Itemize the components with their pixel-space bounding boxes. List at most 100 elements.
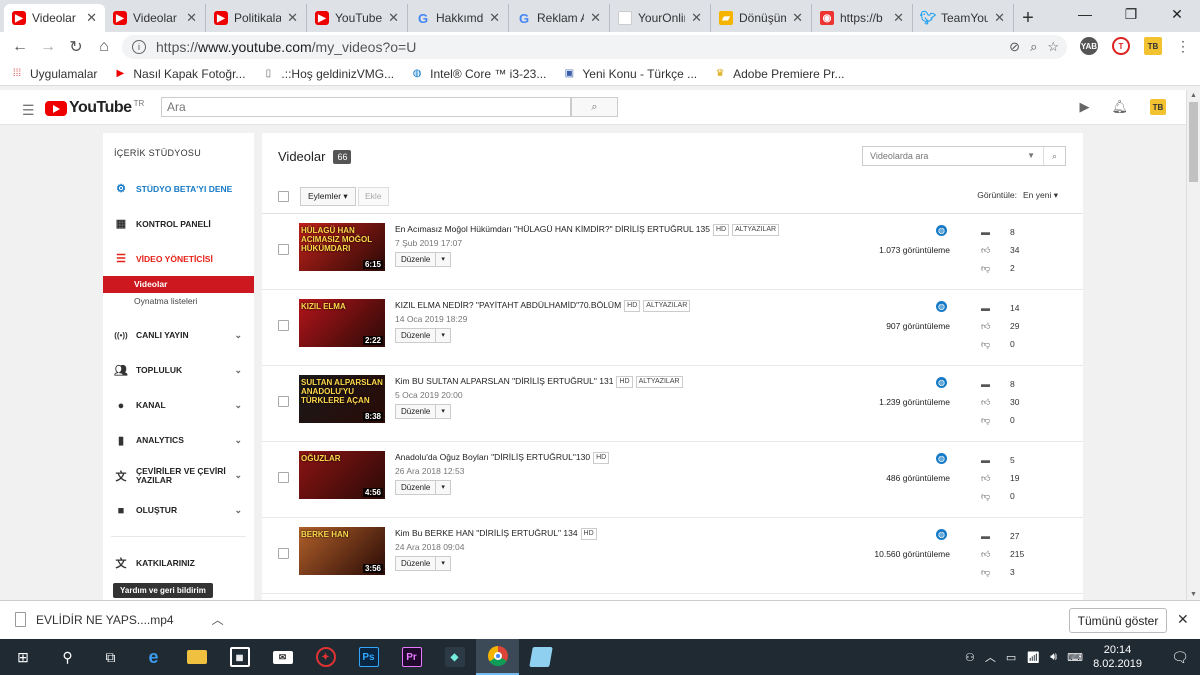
scrollbar[interactable]: ▲ ▼ (1186, 90, 1200, 600)
edit-button[interactable]: Düzenle ▾ (395, 328, 451, 343)
close-tab-icon[interactable]: ✕ (792, 10, 803, 26)
sidebar-item-create[interactable]: ■ OLUŞTUR ⌄ (103, 493, 254, 528)
close-tab-icon[interactable]: ✕ (388, 10, 399, 26)
upload-video-icon[interactable]: ▶ (1079, 99, 1089, 115)
video-checkbox[interactable] (278, 320, 289, 331)
search-icon[interactable]: ⌕ (1043, 147, 1065, 165)
premiere-icon[interactable]: Pr (390, 639, 433, 675)
edge-icon[interactable]: e (132, 639, 175, 675)
video-checkbox[interactable] (278, 472, 289, 483)
edit-button[interactable]: Düzenle ▾ (395, 480, 451, 495)
video-title[interactable]: Kim BU SULTAN ALPARSLAN "DİRİLİŞ ERTUĞRU… (395, 375, 815, 388)
sort-control[interactable]: Görüntüle: En yeni ▾ (977, 190, 1058, 201)
tab-5[interactable]: G Hakkımd ✕ (408, 4, 509, 32)
chevron-down-icon[interactable]: ⌄ (234, 330, 242, 341)
url-bar[interactable]: i https://www.youtube.com/my_videos?o=U … (122, 35, 1067, 59)
new-tab-icon[interactable]: + (1014, 4, 1042, 32)
chevron-down-icon[interactable]: ⌄ (234, 365, 242, 376)
chevron-down-icon[interactable]: ⌄ (234, 400, 242, 411)
tab-6[interactable]: G Reklam A ✕ (509, 4, 610, 32)
video-search-input[interactable]: Videolarda ara ▼ ⌕ (862, 146, 1066, 166)
video-title[interactable]: Kim Bu BERKE HAN "DİRİLİŞ ERTUĞRUL" 134 H… (395, 527, 815, 540)
sidebar-subitem[interactable]: Videolar (103, 276, 254, 293)
extension-t-icon[interactable]: T (1112, 37, 1130, 55)
close-window-icon[interactable]: ✕ (1154, 0, 1200, 28)
windows-start-icon[interactable]: ⊞ (0, 639, 46, 675)
search-input[interactable]: Ara (161, 97, 571, 117)
antivirus-icon[interactable]: ✦ (304, 639, 347, 675)
reload-icon[interactable]: ↻ (62, 33, 90, 61)
edit-button[interactable]: Düzenle ▾ (395, 556, 451, 571)
bookmark-youtube[interactable]: ▶ Nasıl Kapak Fotoğr... (113, 67, 246, 81)
bookmark-forum[interactable]: ▣ Yeni Konu - Türkçe ... (562, 67, 697, 81)
select-all-checkbox[interactable] (278, 191, 289, 202)
people-icon[interactable]: ⚇ (965, 651, 975, 664)
tray-chevron-up-icon[interactable]: ︿ (985, 649, 996, 665)
video-thumbnail[interactable]: SULTAN ALPARSLAN ANADOLU'YU TÜRKLERE AÇA… (299, 375, 385, 423)
close-tab-icon[interactable]: ✕ (691, 10, 702, 26)
clock[interactable]: 20:14 8.02.2019 (1093, 643, 1142, 671)
close-tab-icon[interactable]: ✕ (186, 10, 197, 26)
actions-dropdown[interactable]: Eylemler ▾ (300, 187, 356, 206)
sidebar-item-gear[interactable]: ⚙ STÜDYO BETA'YI DENE (103, 171, 254, 206)
notifications-bell-icon[interactable]: 🔔︎ (1111, 99, 1128, 115)
sidebar-item-video-manager[interactable]: ☰ VİDEO YÖNETİCİSİ (103, 241, 254, 276)
close-tab-icon[interactable]: ✕ (994, 10, 1005, 26)
bookmark-crown[interactable]: ♛ Adobe Premiere Pr... (713, 67, 845, 81)
back-icon[interactable]: ← (6, 33, 34, 61)
search-dropdown-icon[interactable]: ▼ (1027, 147, 1035, 165)
tab-1[interactable]: ▶ Videolar ✕ (4, 4, 105, 32)
task-view-icon[interactable]: ⧉ (89, 639, 132, 675)
volume-icon[interactable]: 🔊︎ (1050, 651, 1057, 664)
close-tab-icon[interactable]: ✕ (590, 10, 601, 26)
scroll-up-icon[interactable]: ▲ (1190, 92, 1197, 99)
show-all-button[interactable]: Tümünü göster (1069, 608, 1167, 633)
edit-button[interactable]: Düzenle ▾ (395, 404, 451, 419)
chrome-icon[interactable] (476, 639, 519, 675)
video-title[interactable]: Anadolu'da Oğuz Boyları "DİRİLİŞ ERTUĞRU… (395, 451, 815, 464)
network-icon[interactable]: 📶︎ (1026, 651, 1040, 664)
edit-dropdown-icon[interactable]: ▾ (435, 557, 450, 570)
store-icon[interactable]: ▦ (218, 639, 261, 675)
video-thumbnail[interactable]: OĞUZLAR 4:56 (299, 451, 385, 499)
keyboard-icon[interactable]: ⌨ (1067, 651, 1083, 664)
scrollbar-thumb[interactable] (1189, 102, 1198, 182)
edit-dropdown-icon[interactable]: ▾ (435, 481, 450, 494)
download-item[interactable]: EVLİDİR NE YAPS....mp4 ︿ (15, 611, 224, 628)
scroll-down-icon[interactable]: ▼ (1190, 591, 1197, 598)
video-thumbnail[interactable]: KIZIL ELMA 2:22 (299, 299, 385, 347)
close-tab-icon[interactable]: ✕ (287, 10, 298, 26)
extension-tb-icon[interactable]: TB (1144, 37, 1162, 55)
blocked-icon[interactable]: ⊘ (1009, 39, 1020, 55)
avatar[interactable]: TB (1150, 99, 1166, 115)
edit-dropdown-icon[interactable]: ▾ (435, 253, 450, 266)
sidebar-subitem[interactable]: Oynatma listeleri (103, 293, 254, 310)
video-checkbox[interactable] (278, 396, 289, 407)
bookmark-page[interactable]: ▯ .::Hoş geldinizVMG... (261, 67, 394, 81)
add-button[interactable]: Ekle (358, 187, 389, 206)
photoshop-icon[interactable]: Ps (347, 639, 390, 675)
tab-9[interactable]: ◉ https://b ✕ (812, 4, 913, 32)
extension-yab-icon[interactable]: YAB (1080, 37, 1098, 55)
tab-10[interactable]: 🐦︎ TeamYou ✕ (913, 4, 1014, 32)
video-checkbox[interactable] (278, 548, 289, 559)
edit-dropdown-icon[interactable]: ▾ (435, 329, 450, 342)
tab-3[interactable]: ▶ Politikala ✕ (206, 4, 307, 32)
menu-kebab-icon[interactable]: ⋮ (1176, 38, 1190, 55)
sidebar-item-channel[interactable]: ● KANAL ⌄ (103, 388, 254, 423)
chevron-down-icon[interactable]: ⌄ (234, 435, 242, 446)
search-button[interactable]: ⌕ (571, 97, 618, 117)
close-icon[interactable]: ✕ (1177, 611, 1189, 628)
video-title[interactable]: KIZIL ELMA NEDİR? "PAYİTAHT ABDÜLHAMİD"7… (395, 299, 815, 312)
tab-2[interactable]: ▶ Videolar ✕ (105, 4, 206, 32)
close-tab-icon[interactable]: ✕ (489, 10, 500, 26)
video-checkbox[interactable] (278, 244, 289, 255)
mail-icon[interactable]: ✉ (261, 639, 304, 675)
file-explorer-icon[interactable] (175, 639, 218, 675)
zoom-icon[interactable]: ⌕ (1030, 39, 1037, 55)
info-icon[interactable]: i (132, 40, 146, 54)
sidebar-item-contributions[interactable]: 文 KATKILARINIZ (103, 545, 254, 580)
sidebar-item-analytics[interactable]: ▮ ANALYTICS ⌄ (103, 423, 254, 458)
home-icon[interactable]: ⌂ (90, 33, 118, 61)
chevron-down-icon[interactable]: ⌄ (234, 505, 242, 516)
